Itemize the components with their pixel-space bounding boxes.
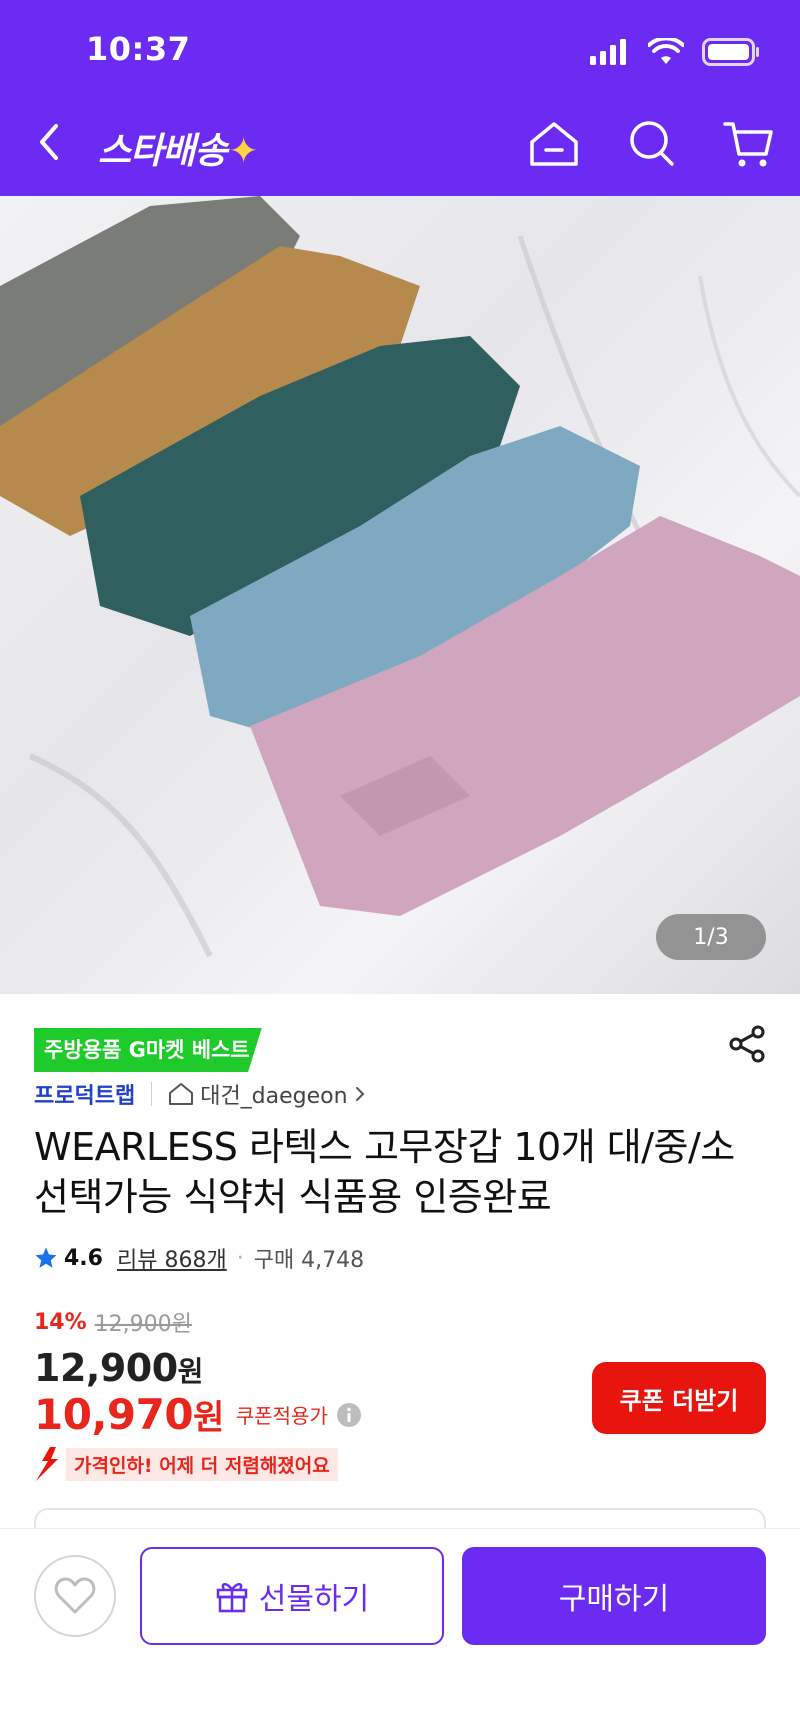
info-icon[interactable] xyxy=(336,1402,362,1428)
cellular-signal-icon xyxy=(590,39,626,65)
price-block: 14% 12,900원 12,900원 10,970원 쿠폰적용가 가격인하! … xyxy=(34,1306,362,1481)
original-price: 12,900원 xyxy=(94,1312,192,1337)
status-icons xyxy=(590,38,760,66)
coupon-price-line: 10,970원 쿠폰적용가 xyxy=(34,1390,362,1439)
buy-button[interactable]: 구매하기 xyxy=(462,1547,766,1645)
sale-price-unit: 원 xyxy=(177,1355,204,1388)
product-photo-gloves xyxy=(0,196,800,958)
star-delivery-logo[interactable]: 스타배송✦ xyxy=(98,122,259,174)
bottom-action-bar: 선물하기 구매하기 xyxy=(0,1528,800,1731)
logo-text: 스타배송 xyxy=(98,131,227,172)
status-time: 10:37 xyxy=(86,30,191,68)
shop-home-icon xyxy=(169,1083,194,1105)
home-icon[interactable] xyxy=(526,116,582,172)
coupon-price: 10,970원 xyxy=(34,1390,224,1439)
sale-price-amount: 12,900 xyxy=(34,1346,178,1390)
brand-link[interactable]: 프로덕트랩 xyxy=(34,1078,135,1110)
gallery-page-indicator: 1/3 xyxy=(656,914,766,960)
coupon-applied-note: 쿠폰적용가 xyxy=(235,1404,328,1428)
battery-icon xyxy=(702,38,759,66)
back-arrow-icon[interactable] xyxy=(30,118,70,166)
gift-button[interactable]: 선물하기 xyxy=(140,1547,444,1645)
wishlist-button[interactable] xyxy=(34,1555,116,1637)
sale-price: 12,900원 xyxy=(34,1346,362,1390)
heart-icon xyxy=(54,1577,96,1614)
star-icon xyxy=(35,1247,57,1268)
rating-score: 4.6 xyxy=(64,1245,103,1271)
shop-link[interactable]: 대건_daegeon xyxy=(168,1078,365,1110)
down-arrow-icon xyxy=(36,1447,58,1481)
product-title: WEARLESS 라텍스 고무장갑 10개 대/중/소 선택가능 식약처 식품용… xyxy=(34,1125,735,1219)
review-count-link[interactable]: 리뷰 868개 xyxy=(117,1242,227,1274)
search-icon[interactable] xyxy=(626,116,678,172)
discount-percent: 14% xyxy=(34,1309,87,1335)
seller-row: 프로덕트랩 대건_daegeon xyxy=(34,1078,366,1110)
chevron-right-icon xyxy=(355,1087,364,1101)
purchase-count: 구매 4,748 xyxy=(253,1248,365,1273)
gift-button-label: 선물하기 xyxy=(258,1582,370,1617)
gift-icon xyxy=(216,1583,248,1613)
logo-spark-icon: ✦ xyxy=(228,131,258,172)
price-drop-notice: 가격인하! 어제 더 저렴해졌어요 xyxy=(34,1447,362,1481)
best-badge: 주방용품 G마켓 베스트 xyxy=(34,1028,262,1072)
navigation-bar: 스타배송✦ xyxy=(0,112,800,184)
separator-dot: · xyxy=(236,1245,244,1271)
product-image-gallery[interactable]: 1/3 xyxy=(0,196,800,994)
rating-row: 4.6 리뷰 868개 · 구매 4,748 xyxy=(34,1242,364,1274)
wifi-icon xyxy=(648,38,684,64)
seller-divider xyxy=(151,1082,153,1106)
coupon-price-unit: 원 xyxy=(193,1398,224,1438)
price-drop-text: 가격인하! 어제 더 저렴해졌어요 xyxy=(66,1447,338,1481)
top-app-bar: 10:37 스타배송✦ xyxy=(0,0,800,196)
badge-row: 주방용품 G마켓 베스트 xyxy=(34,1028,262,1072)
discount-line: 14% 12,900원 xyxy=(34,1306,362,1338)
coupon-price-amount: 10,970 xyxy=(34,1390,194,1439)
get-more-coupon-button[interactable]: 쿠폰 더받기 xyxy=(592,1362,766,1434)
share-icon[interactable] xyxy=(728,1024,768,1064)
cart-icon[interactable] xyxy=(722,116,774,172)
shop-name: 대건_daegeon xyxy=(200,1084,348,1109)
